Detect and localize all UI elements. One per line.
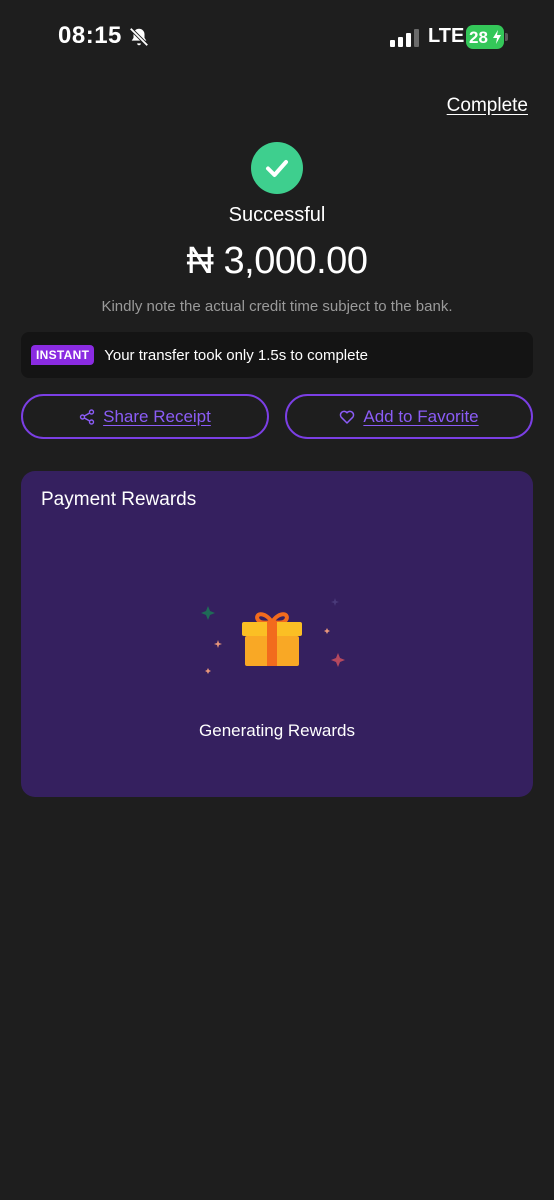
battery-indicator: 28 — [466, 25, 508, 49]
share-receipt-label: Share Receipt — [103, 406, 211, 426]
gift-icon — [201, 598, 345, 674]
battery-level: 28 — [469, 27, 488, 47]
rewards-status: Generating Rewards — [199, 721, 355, 740]
instant-badge: INSTANT — [31, 345, 95, 365]
signal-icon — [390, 29, 419, 47]
transfer-amount: ₦ 3,000.00 — [186, 240, 368, 282]
status-time: 08:15 — [58, 22, 122, 49]
network-label: LTE — [428, 25, 465, 47]
bell-muted-icon — [129, 27, 149, 47]
success-check-icon — [251, 142, 303, 194]
transfer-status: Successful — [228, 204, 326, 226]
instant-message: Your transfer took only 1.5s to complete — [104, 346, 368, 364]
credit-time-note: Kindly note the actual credit time subje… — [101, 298, 453, 315]
payment-rewards-card: Payment Rewards Generating Rewards — [21, 471, 533, 797]
share-icon — [79, 408, 95, 425]
add-to-favorite-button[interactable]: Add to Favorite — [285, 394, 533, 439]
complete-button[interactable]: Complete — [447, 95, 528, 117]
share-receipt-button[interactable]: Share Receipt — [21, 394, 269, 439]
charging-bolt-icon — [493, 30, 501, 44]
status-bar: 08:15 LTE 28 — [0, 0, 554, 76]
add-to-favorite-label: Add to Favorite — [363, 406, 479, 426]
rewards-title: Payment Rewards — [41, 489, 197, 510]
heart-icon — [340, 410, 355, 424]
instant-banner: INSTANT Your transfer took only 1.5s to … — [21, 332, 533, 378]
